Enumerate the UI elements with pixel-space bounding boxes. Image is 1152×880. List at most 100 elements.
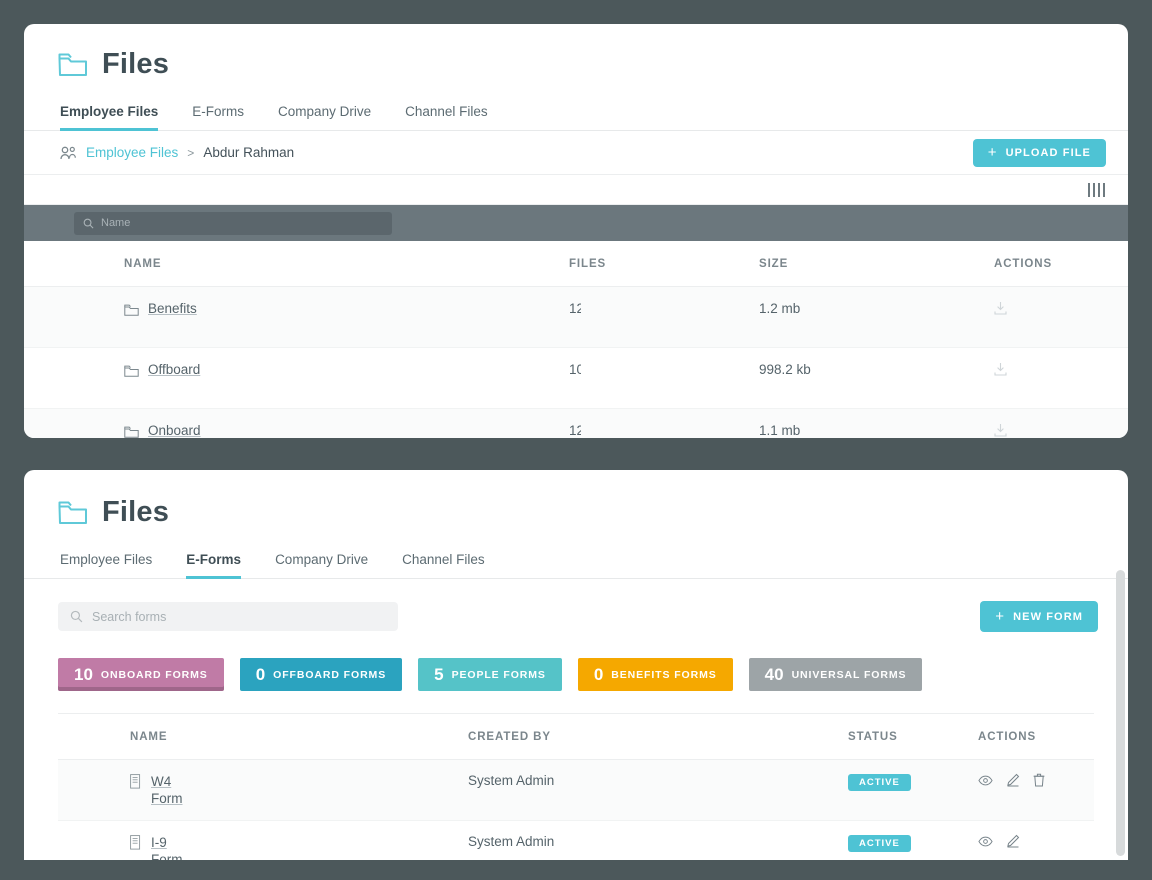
eforms-panel-tabs: Employee Files E-Forms Company Drive Cha… <box>24 547 1128 579</box>
folder-name-cell[interactable]: Offboard <box>124 362 569 377</box>
eforms-table-body: W4 Form System Admin ACTIVE I-9 Form Sys… <box>58 759 1094 860</box>
upload-file-button[interactable]: + UPLOAD FILE <box>972 138 1106 167</box>
eforms-panel: Files Employee Files E-Forms Company Dri… <box>24 470 1128 860</box>
breadcrumb-current: Abdur Rahman <box>203 145 295 160</box>
chip-label: BENEFITS FORMS <box>611 668 717 681</box>
eforms-col-name: NAME <box>58 714 468 760</box>
form-name-label[interactable]: I-9 Form <box>151 834 183 860</box>
plus-icon: + <box>995 608 1006 625</box>
file-size: 1.2 mb <box>759 301 801 316</box>
download-icon[interactable] <box>994 362 1007 376</box>
table-row[interactable]: Offboard 10 998.2 kb <box>24 348 1128 409</box>
breadcrumb-separator: > <box>187 145 195 160</box>
vertical-scrollbar[interactable] <box>1116 570 1125 856</box>
file-size: 1.1 mb <box>759 423 801 438</box>
folder-name-label[interactable]: Onboard <box>148 423 201 438</box>
table-row[interactable]: I-9 Form System Admin ACTIVE <box>58 821 1094 860</box>
chip-benefits-forms[interactable]: 0 BENEFITS FORMS <box>577 658 733 691</box>
table-row[interactable]: Benefits 12 1.2 mb <box>24 286 1128 348</box>
files-count: 12 <box>569 423 581 438</box>
files-count: 12 <box>569 301 581 316</box>
eforms-table-header-row: NAME CREATED BY STATUS ACTIONS <box>58 714 1094 760</box>
document-icon <box>130 774 141 789</box>
breadcrumb-row: Employee Files > Abdur Rahman + UPLOAD F… <box>24 131 1128 175</box>
eforms-toolbar: Search forms + NEW FORM <box>24 579 1128 632</box>
page-title: Files <box>102 48 170 80</box>
folder-icon <box>124 304 139 316</box>
files-panel: Files Employee Files E-Forms Company Dri… <box>24 24 1128 438</box>
columns-icon[interactable] <box>1085 180 1109 200</box>
form-name-cell[interactable]: W4 Form <box>130 773 468 807</box>
chip-offboard-forms[interactable]: 0 OFFBOARD FORMS <box>239 658 403 691</box>
people-icon <box>60 146 76 159</box>
row-actions <box>978 773 1094 787</box>
folder-name-label[interactable]: Benefits <box>148 301 197 316</box>
files-table-body: Benefits 12 1.2 mb Offboard 10 998.2 kb … <box>24 286 1128 438</box>
table-row[interactable]: Onboard 12 1.1 mb <box>24 408 1128 438</box>
folder-name-cell[interactable]: Benefits <box>124 301 569 316</box>
files-panel-header: Files <box>24 24 1128 81</box>
chip-count: 0 <box>593 664 604 684</box>
chip-onboard-forms[interactable]: 10 ONBOARD FORMS <box>58 658 224 691</box>
chip-label: UNIVERSAL FORMS <box>791 668 907 681</box>
document-icon <box>130 835 141 850</box>
files-search-band: Name <box>24 205 1128 241</box>
tab-channel-files[interactable]: Channel Files <box>405 104 488 131</box>
folder-icon <box>124 365 139 377</box>
files-panel-tabs: Employee Files E-Forms Company Drive Cha… <box>24 99 1128 131</box>
search-icon <box>70 610 83 623</box>
files-col-files: FILES <box>569 241 759 287</box>
breadcrumb-root-link[interactable]: Employee Files <box>86 145 178 160</box>
view-icon[interactable] <box>978 775 993 786</box>
eforms-col-status: STATUS <box>848 714 978 760</box>
files-col-name: NAME <box>24 241 569 287</box>
screen: Files Employee Files E-Forms Company Dri… <box>0 0 1152 880</box>
tab-company-drive[interactable]: Company Drive <box>278 104 371 131</box>
eforms-table: NAME CREATED BY STATUS ACTIONS W4 Form S… <box>58 714 1094 860</box>
table-row[interactable]: W4 Form System Admin ACTIVE <box>58 759 1094 821</box>
tab-company-drive[interactable]: Company Drive <box>275 552 368 579</box>
plus-icon: + <box>987 144 998 161</box>
created-by: System Admin <box>468 834 555 849</box>
tab-employee-files[interactable]: Employee Files <box>60 104 159 131</box>
edit-icon[interactable] <box>1006 834 1020 848</box>
page-title: Files <box>102 496 170 528</box>
tab-e-forms[interactable]: E-Forms <box>186 552 242 579</box>
new-form-label: NEW FORM <box>1013 610 1083 623</box>
delete-icon[interactable] <box>1033 773 1045 787</box>
chip-count: 40 <box>764 664 784 684</box>
file-size: 998.2 kb <box>759 362 811 377</box>
edit-icon[interactable] <box>1006 773 1020 787</box>
search-forms-input[interactable]: Search forms <box>58 602 398 631</box>
view-icon[interactable] <box>978 836 993 847</box>
chip-universal-forms[interactable]: 40 UNIVERSAL FORMS <box>748 658 923 691</box>
files-table: NAME FILES SIZE ACTIONS Benefits 12 1.2 … <box>24 241 1128 438</box>
chip-label: ONBOARD FORMS <box>100 668 208 681</box>
chip-label: PEOPLE FORMS <box>451 668 546 681</box>
folder-icon <box>58 501 87 524</box>
files-col-size: SIZE <box>759 241 994 287</box>
new-form-button[interactable]: + NEW FORM <box>980 601 1098 632</box>
folder-icon <box>124 426 139 438</box>
breadcrumb: Employee Files > Abdur Rahman <box>60 145 294 160</box>
chip-count: 10 <box>74 664 93 684</box>
tab-employee-files[interactable]: Employee Files <box>60 552 152 579</box>
files-table-header-row: NAME FILES SIZE ACTIONS <box>24 241 1128 287</box>
chip-label: OFFBOARD FORMS <box>273 668 387 681</box>
status-badge: ACTIVE <box>848 774 911 791</box>
files-search-placeholder: Name <box>101 217 131 229</box>
download-icon[interactable] <box>994 423 1007 437</box>
chip-people-forms[interactable]: 5 PEOPLE FORMS <box>418 658 562 691</box>
eforms-panel-header: Files <box>24 470 1128 529</box>
form-name-cell[interactable]: I-9 Form <box>130 834 468 860</box>
upload-file-label: UPLOAD FILE <box>1005 146 1091 159</box>
files-search-input[interactable]: Name <box>74 211 392 235</box>
download-icon[interactable] <box>994 301 1007 315</box>
folder-name-label[interactable]: Offboard <box>148 362 200 377</box>
tab-e-forms[interactable]: E-Forms <box>192 104 244 131</box>
row-actions <box>978 834 1094 848</box>
folder-name-cell[interactable]: Onboard <box>124 423 569 438</box>
eforms-table-wrap: NAME CREATED BY STATUS ACTIONS W4 Form S… <box>58 713 1094 860</box>
tab-channel-files[interactable]: Channel Files <box>402 552 485 579</box>
form-name-label[interactable]: W4 Form <box>151 773 183 807</box>
